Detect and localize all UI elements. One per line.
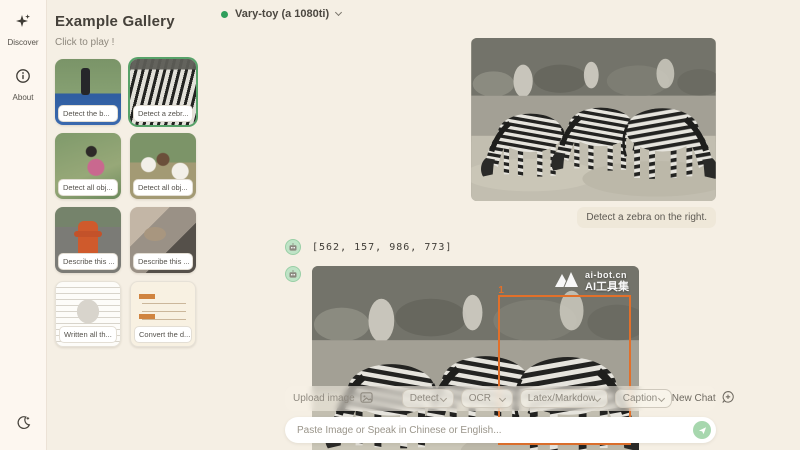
upload-image-button[interactable]: Upload image xyxy=(293,391,373,407)
gallery-item-girl-skateboarding[interactable]: Detect all obj... xyxy=(55,133,121,199)
bot-text-response: [562, 157, 986, 773] xyxy=(312,239,452,253)
robot-icon xyxy=(288,242,298,252)
chevron-down-icon xyxy=(658,394,665,401)
gallery-item-label: Detect all obj... xyxy=(58,179,118,196)
mode-dropdowns: Detect OCR Latex/Markdown Caption xyxy=(402,389,672,408)
info-icon xyxy=(15,68,31,89)
gallery-item-label: Describe this ... xyxy=(133,253,193,270)
composer xyxy=(285,417,716,443)
send-icon xyxy=(698,423,707,438)
user-message-bubble: Detect a zebra on the right. xyxy=(577,207,716,228)
ai-bot-logo-icon xyxy=(555,271,579,292)
gallery-item-tennis-player[interactable]: Detect the b... xyxy=(55,59,121,125)
dropdown-label: OCR xyxy=(469,393,491,404)
sparkle-icon xyxy=(15,13,31,34)
image-icon xyxy=(360,391,373,407)
gallery-subtitle: Click to play ! xyxy=(55,37,204,48)
dropdown-label: Latex/Markdown xyxy=(528,393,595,404)
user-uploaded-image xyxy=(471,38,716,201)
sidebar-item-about[interactable]: About xyxy=(13,68,34,102)
gallery-item-kids-with-frisbees[interactable]: Detect all obj... xyxy=(130,133,196,199)
send-button[interactable] xyxy=(693,421,711,439)
dropdown-label: Detect xyxy=(410,393,439,404)
moon-icon xyxy=(15,418,32,435)
dropdown-ocr[interactable]: OCR xyxy=(461,389,513,408)
robot-icon xyxy=(288,269,298,279)
gallery-item-formatted-document[interactable]: Convert the d... xyxy=(130,281,196,347)
chevron-down-icon xyxy=(440,394,447,401)
sidebar-item-label: Discover xyxy=(7,38,38,47)
gallery-item-label: Detect the b... xyxy=(58,105,118,122)
bbox-label: 1 xyxy=(498,285,504,296)
example-gallery-panel: Example Gallery Click to play ! Detect t… xyxy=(47,0,210,450)
dropdown-detect[interactable]: Detect xyxy=(402,389,454,408)
bot-avatar xyxy=(285,266,301,282)
chevron-down-icon xyxy=(335,9,342,16)
bot-message-row: [562, 157, 986, 773] xyxy=(285,239,716,255)
chevron-down-icon xyxy=(594,395,601,402)
gallery-item-label: Describe this ... xyxy=(58,253,118,270)
watermark-line1: ai-bot.cn xyxy=(585,271,629,281)
gallery-item-cat-with-shoes[interactable]: Describe this ... xyxy=(130,207,196,273)
watermark: ai-bot.cn AI工具集 xyxy=(555,271,629,293)
gallery-grid: Detect the b... Detect a zebr... Detect … xyxy=(55,59,204,347)
sidebar-item-discover[interactable]: Discover xyxy=(7,13,38,47)
gallery-item-label: Convert the d... xyxy=(134,326,192,343)
status-dot xyxy=(221,11,228,18)
gallery-item-zebras-grayscale[interactable]: Detect a zebr... xyxy=(130,59,196,125)
model-label: Vary-toy (a 1080ti) xyxy=(235,8,329,20)
chat-panel: Vary-toy (a 1080ti) Detect a zebra on th… xyxy=(210,0,800,450)
gallery-item-label: Written all th... xyxy=(59,326,117,343)
dropdown-latex-markdown[interactable]: Latex/Markdown xyxy=(520,389,608,408)
new-chat-button[interactable]: New Chat xyxy=(672,390,735,407)
gallery-item-fire-hydrant[interactable]: Describe this ... xyxy=(55,207,121,273)
dark-mode-toggle[interactable] xyxy=(15,414,32,436)
watermark-line2: AI工具集 xyxy=(585,281,629,293)
gallery-item-label: Detect all obj... xyxy=(133,179,193,196)
chat-input[interactable] xyxy=(297,425,693,436)
dropdown-caption[interactable]: Caption xyxy=(615,389,672,408)
chevron-down-icon xyxy=(499,394,506,401)
gallery-title: Example Gallery xyxy=(55,13,204,30)
bottom-bar: Upload image Detect OCR Latex/Markdown C… xyxy=(285,386,716,443)
upload-image-label: Upload image xyxy=(293,393,355,404)
new-chat-label: New Chat xyxy=(672,393,716,404)
toolbar: Upload image Detect OCR Latex/Markdown C… xyxy=(285,386,716,411)
model-selector[interactable]: Vary-toy (a 1080ti) xyxy=(221,8,341,20)
gallery-item-handwritten-document[interactable]: Written all th... xyxy=(55,281,121,347)
chat-plus-icon xyxy=(721,390,735,407)
bot-avatar xyxy=(285,239,301,255)
sidebar-item-label: About xyxy=(13,93,34,102)
icon-sidebar: Discover About xyxy=(0,0,47,450)
gallery-item-label: Detect a zebr... xyxy=(133,105,193,122)
dropdown-label: Caption xyxy=(623,393,657,404)
app-window: Discover About Example Gallery Click to … xyxy=(0,0,800,450)
